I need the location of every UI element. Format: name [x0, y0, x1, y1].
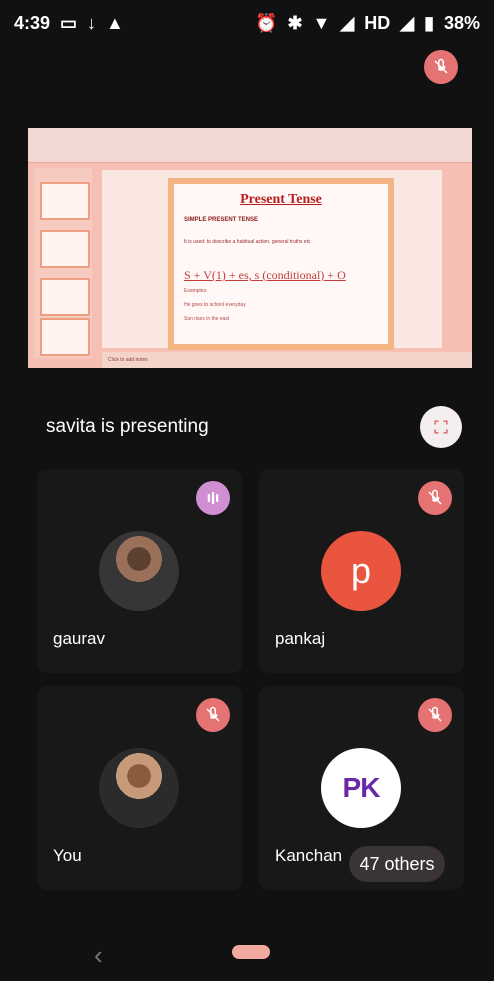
slide-page: Present Tense SIMPLE PRESENT TENSE It is…	[168, 178, 394, 350]
slide-thumbnail	[40, 230, 90, 268]
pankaj-avatar-letter: p	[321, 531, 401, 611]
powerpoint-ribbon	[28, 128, 472, 163]
slide-example-line-1: He goes to school everyday	[184, 302, 246, 308]
others-count-pill[interactable]: 47 others	[349, 846, 445, 882]
back-icon[interactable]: ‹	[94, 940, 103, 971]
presenting-label: savita is presenting	[46, 416, 209, 437]
speaking-indicator	[196, 481, 230, 515]
slide-title: Present Tense	[240, 192, 322, 207]
participant-name: gaurav	[53, 629, 105, 648]
muted-indicator	[418, 481, 452, 515]
signal-icon-2: ◢	[400, 12, 415, 33]
participant-name: pankaj	[275, 629, 326, 648]
mic-off-icon	[434, 58, 448, 74]
muted-indicator	[418, 698, 452, 732]
avatar	[99, 531, 179, 611]
slide-canvas: Present Tense SIMPLE PRESENT TENSE It is…	[102, 170, 442, 350]
shared-presentation: Present Tense SIMPLE PRESENT TENSE It is…	[28, 128, 472, 368]
wifi-icon: ▼	[312, 12, 331, 33]
participant-tile[interactable]: You	[37, 686, 242, 890]
slide-thumbnail	[40, 278, 90, 316]
hd-label: HD	[364, 12, 391, 33]
you-avatar-photo	[99, 748, 179, 828]
alarm-icon: ⏰	[255, 12, 278, 33]
slide-thumbnail	[40, 318, 90, 356]
presenting-row: savita is presenting	[26, 398, 468, 456]
participant-tile[interactable]: p pankaj	[259, 469, 464, 673]
video-icon: ▭	[60, 12, 78, 33]
slide-description: It is used: to describe a habitual actio…	[184, 239, 311, 245]
avatar	[99, 748, 179, 828]
slide-formula: S + V(1) + es, s (conditional) + O	[184, 268, 346, 282]
slide-example-line-2: Sun rises in the east	[184, 316, 230, 322]
slide-thumbnail	[40, 182, 90, 220]
download-icon: ↓	[87, 12, 97, 33]
participant-name: You	[53, 846, 82, 865]
slide-example-heading: Examples:	[184, 288, 208, 294]
mic-off-icon	[206, 706, 220, 722]
home-pill-icon[interactable]	[232, 945, 270, 959]
fullscreen-icon	[434, 420, 448, 434]
mic-off-icon	[428, 489, 442, 505]
mic-off-icon	[428, 706, 442, 722]
fullscreen-button[interactable]	[420, 406, 462, 448]
audio-bars-icon	[207, 492, 219, 504]
signal-icon: ◢	[340, 12, 355, 33]
slide-thumbnails	[34, 168, 92, 358]
top-muted-mic-button[interactable]	[424, 50, 458, 84]
slide-footer: Click to add notes	[102, 352, 472, 368]
status-bar: 4:39 ▭ ↓ ▲ ⏰ ✱ ▼ ◢ HD ◢ ▮ 38%	[0, 0, 494, 46]
participant-tile[interactable]: gaurav	[37, 469, 242, 673]
slide-subtitle: SIMPLE PRESENT TENSE	[184, 217, 259, 223]
muted-indicator	[196, 698, 230, 732]
battery-text: 38%	[443, 12, 480, 33]
gaurav-avatar-photo	[99, 531, 179, 611]
avatar: p	[321, 531, 401, 611]
participant-name: Kanchan	[275, 846, 343, 865]
bluetooth-icon: ✱	[287, 12, 303, 33]
kanchan-logo-avatar: PK	[321, 748, 401, 828]
status-right: ⏰ ✱ ▼ ◢ HD ◢ ▮ 38%	[255, 13, 480, 34]
time-text: 4:39	[14, 12, 51, 33]
warning-icon: ▲	[106, 12, 124, 33]
status-left: 4:39 ▭ ↓ ▲	[14, 13, 124, 34]
battery-icon: ▮	[424, 12, 434, 33]
pk-logo-icon: PK	[342, 772, 381, 803]
avatar: PK	[321, 748, 401, 828]
